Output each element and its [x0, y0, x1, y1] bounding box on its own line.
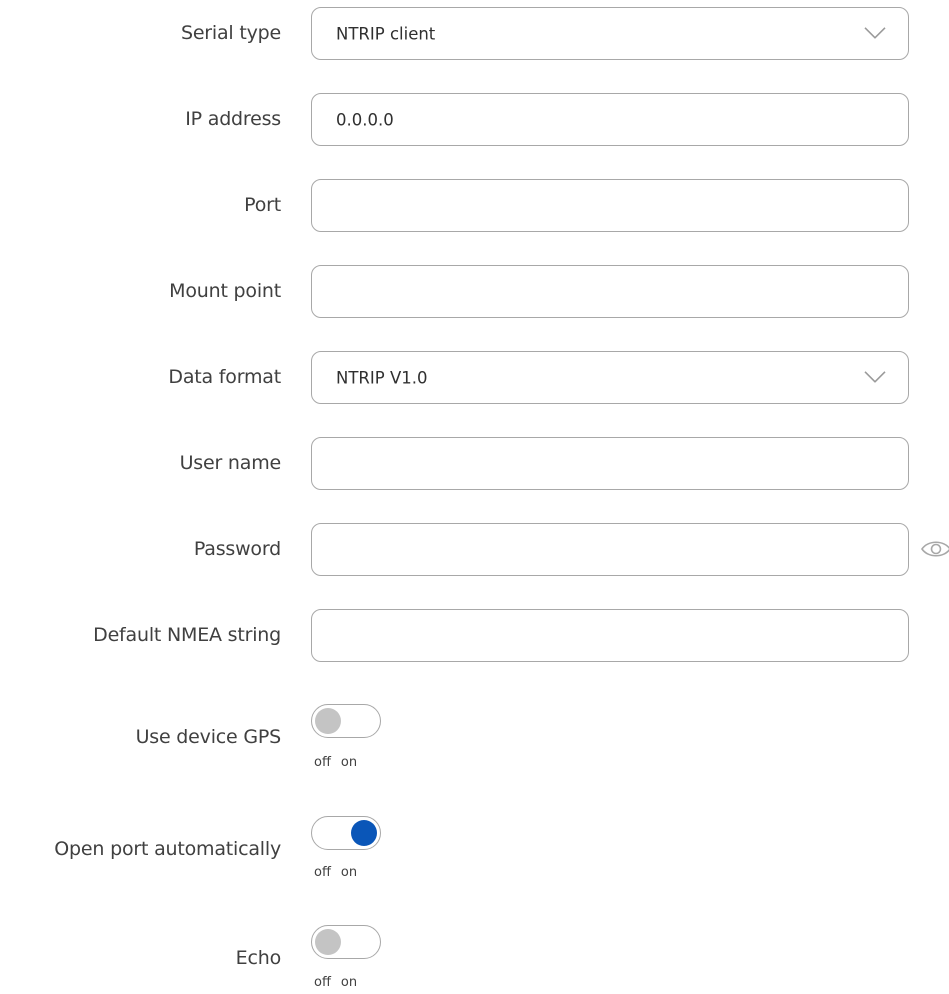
port-label: Port — [244, 194, 281, 216]
password-field[interactable] — [311, 523, 909, 576]
ip-address-field[interactable]: 0.0.0.0 — [311, 93, 909, 146]
toggle-state-labels: off on — [314, 755, 357, 770]
serial-type-label: Serial type — [180, 22, 281, 44]
toggle-on-label: on — [340, 865, 358, 880]
data-format-select[interactable]: NTRIP V1.0 — [311, 351, 909, 404]
serial-type-value: NTRIP client — [336, 24, 436, 43]
open-port-automatically-label: Open port automatically — [54, 838, 281, 860]
chevron-down-icon — [864, 26, 886, 39]
toggle-on-label: on — [340, 755, 358, 770]
mount-point-label: Mount point — [169, 280, 281, 302]
echo-toggle[interactable] — [311, 925, 381, 959]
password-label: Password — [193, 538, 281, 560]
default-nmea-label: Default NMEA string — [93, 624, 281, 646]
toggle-off-label: off — [314, 755, 331, 770]
user-name-field[interactable] — [311, 437, 909, 490]
echo-label: Echo — [235, 947, 282, 969]
user-name-label: User name — [179, 452, 282, 474]
default-nmea-field[interactable] — [311, 609, 909, 662]
ip-address-label: IP address — [185, 108, 281, 130]
serial-type-select[interactable]: NTRIP client — [311, 7, 909, 60]
toggle-on-label: on — [340, 975, 358, 990]
open-port-automatically-toggle[interactable] — [311, 816, 381, 850]
toggle-knob — [315, 708, 341, 734]
eye-icon[interactable] — [920, 538, 949, 560]
toggle-state-labels: off on — [314, 865, 357, 880]
data-format-label: Data format — [168, 366, 281, 388]
data-format-value: NTRIP V1.0 — [336, 368, 428, 387]
toggle-off-label: off — [314, 865, 331, 880]
ip-address-value: 0.0.0.0 — [336, 110, 394, 129]
toggle-off-label: off — [314, 975, 331, 990]
toggle-knob — [315, 929, 341, 955]
use-device-gps-toggle[interactable] — [311, 704, 381, 738]
mount-point-field[interactable] — [311, 265, 909, 318]
toggle-state-labels: off on — [314, 975, 357, 990]
port-field[interactable] — [311, 179, 909, 232]
chevron-down-icon — [864, 370, 886, 383]
use-device-gps-label: Use device GPS — [135, 726, 282, 748]
toggle-knob — [351, 820, 377, 846]
